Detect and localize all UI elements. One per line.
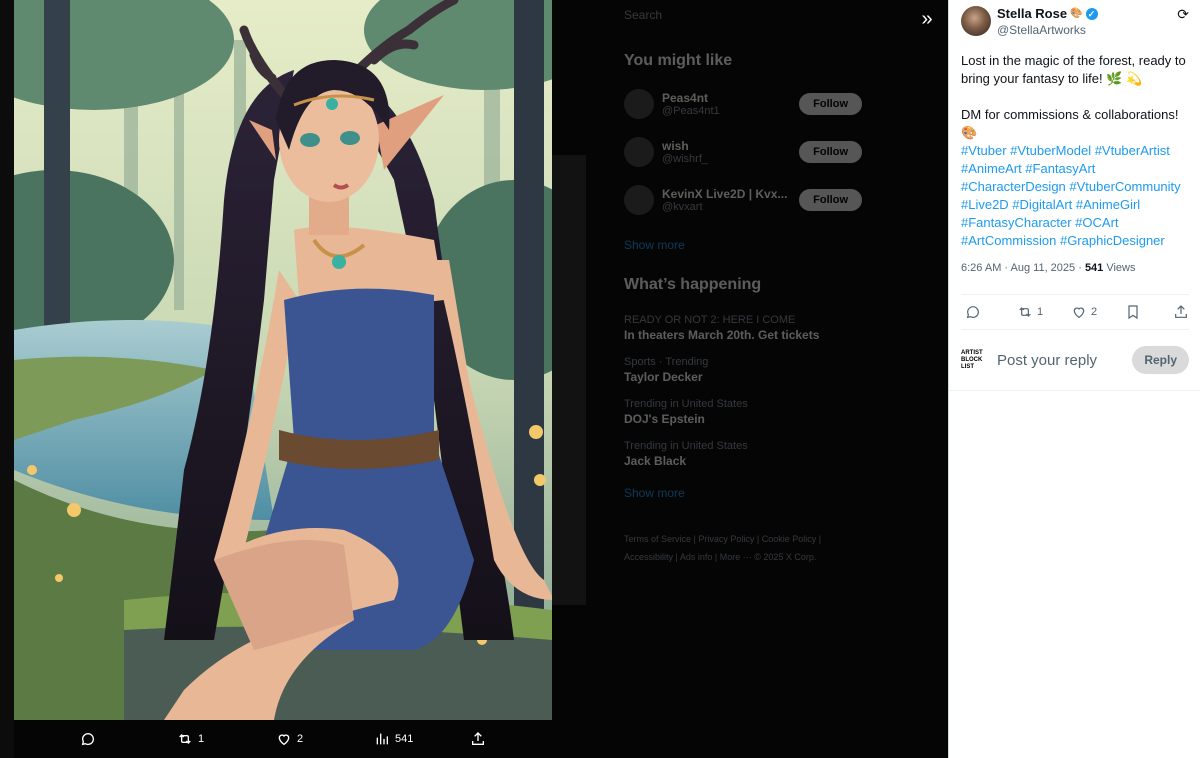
footer-links[interactable]: Terms of Service | Privacy Policy | Cook… bbox=[624, 530, 866, 566]
tweet-text-line1: Lost in the magic of the forest, ready t… bbox=[961, 53, 1186, 86]
share-button[interactable] bbox=[1173, 304, 1189, 320]
search-input[interactable]: Search bbox=[610, 8, 880, 28]
suggestion-handle: @Peas4nt1 bbox=[662, 105, 720, 117]
like-count: 2 bbox=[297, 733, 304, 745]
trend-context: Sports · Trending bbox=[624, 356, 709, 368]
reply-input[interactable]: Post your reply bbox=[997, 352, 1132, 369]
media-viewer: Search You might like Peas4nt @Peas4nt1 F… bbox=[0, 0, 948, 758]
like-button[interactable]: 2 bbox=[1071, 304, 1097, 320]
avatar[interactable] bbox=[961, 6, 991, 36]
artist-block-list-logo: ARTIST BLOCK LIST bbox=[961, 349, 983, 370]
retweet-action[interactable]: 1 bbox=[177, 731, 204, 747]
retweet-button[interactable]: 1 bbox=[1017, 304, 1043, 320]
happening-title: What’s happening bbox=[624, 276, 762, 293]
share-action[interactable] bbox=[470, 731, 486, 747]
trend-item[interactable]: Trending in United States DOJ's Epstein bbox=[610, 388, 880, 430]
trend-item[interactable]: READY OR NOT 2: HERE I COME In theaters M… bbox=[610, 304, 880, 346]
comment-icon bbox=[81, 733, 94, 746]
retweet-icon bbox=[1019, 307, 1031, 317]
analytics-icon bbox=[376, 733, 388, 745]
tweet-meta: 6:26 AM · Aug 11, 2025 · 541 Views bbox=[949, 250, 1200, 284]
views-action[interactable]: 541 bbox=[374, 731, 413, 747]
author-name[interactable]: Stella Rose 🎨 ✓ bbox=[997, 6, 1098, 22]
trend-context: READY OR NOT 2: HERE I COME bbox=[624, 314, 796, 326]
suggestion-name: KevinX Live2D | Kvx... bbox=[662, 187, 788, 201]
tweet-header: Stella Rose 🎨 ✓ @StellaArtworks ⟳ bbox=[949, 0, 1200, 48]
views-label: Views bbox=[1103, 262, 1136, 274]
trend-title: DOJ's Epstein bbox=[624, 412, 705, 426]
author-info: Stella Rose 🎨 ✓ @StellaArtworks bbox=[997, 6, 1098, 38]
tweet-text-line2: DM for commissions & collaborations! 🎨 bbox=[961, 107, 1179, 140]
suggestion-handle: @wishrf_ bbox=[662, 153, 709, 165]
trend-context: Trending in United States bbox=[624, 440, 748, 452]
suggestion-name: wish bbox=[662, 139, 689, 153]
trend-title: Taylor Decker bbox=[624, 370, 703, 384]
retweet-count: 1 bbox=[1037, 306, 1044, 318]
suggestion-handle: @kvxart bbox=[662, 201, 703, 213]
background-feed-strip bbox=[552, 155, 586, 605]
trend-title: In theaters March 20th. Get tickets bbox=[624, 328, 820, 342]
palette-emoji: 🎨 bbox=[1070, 8, 1083, 19]
reply-submit-button[interactable]: Reply bbox=[1132, 346, 1189, 374]
bookmark-icon bbox=[1128, 305, 1138, 320]
artwork-image[interactable] bbox=[14, 0, 552, 720]
suggestion-item[interactable]: Peas4nt @Peas4nt1 Follow bbox=[610, 80, 880, 128]
author-name-text: Stella Rose bbox=[997, 6, 1068, 21]
share-icon bbox=[1175, 305, 1187, 318]
tweet-timestamp[interactable]: 6:26 AM · Aug 11, 2025 · bbox=[961, 262, 1085, 274]
reply-button[interactable] bbox=[965, 304, 981, 320]
suggestion-name: Peas4nt bbox=[662, 91, 709, 105]
avatar bbox=[624, 185, 654, 215]
tweet-action-bar: 1 2 bbox=[961, 294, 1189, 330]
share-icon bbox=[472, 732, 484, 745]
might-like-title: You might like bbox=[624, 52, 733, 69]
collapse-panel-icon[interactable]: » bbox=[916, 8, 938, 30]
background-left-nav bbox=[0, 0, 14, 758]
trend-item[interactable]: Sports · Trending Taylor Decker bbox=[610, 346, 880, 388]
retweet-count: 1 bbox=[198, 733, 205, 745]
views-count: 541 bbox=[395, 733, 414, 745]
suggestion-item[interactable]: wish @wishrf_ Follow bbox=[610, 128, 880, 176]
show-more-link[interactable]: Show more bbox=[624, 486, 880, 500]
tweet-text: Lost in the magic of the forest, ready t… bbox=[949, 48, 1200, 250]
avatar bbox=[624, 137, 654, 167]
bookmark-button[interactable] bbox=[1125, 304, 1141, 320]
fantasy-artwork-illustration bbox=[14, 0, 552, 720]
retweet-icon bbox=[179, 734, 191, 744]
comment-icon bbox=[966, 306, 979, 319]
follow-button[interactable]: Follow bbox=[799, 141, 862, 163]
follow-button[interactable]: Follow bbox=[799, 93, 862, 115]
suggestion-item[interactable]: KevinX Live2D | Kvx... @kvxart Follow bbox=[610, 176, 880, 224]
tweet-detail-panel: Stella Rose 🎨 ✓ @StellaArtworks ⟳ Lost i… bbox=[948, 0, 1200, 758]
media-action-bar: 1 2 541 bbox=[14, 722, 552, 758]
grok-icon[interactable]: ⟳ bbox=[1177, 6, 1189, 23]
background-sidebar: Search You might like Peas4nt @Peas4nt1 F… bbox=[610, 0, 880, 566]
avatar bbox=[624, 89, 654, 119]
reply-composer: ARTIST BLOCK LIST Post your reply Reply bbox=[949, 330, 1200, 391]
trend-context: Trending in United States bbox=[624, 398, 748, 410]
views-number: 541 bbox=[1084, 262, 1104, 274]
like-count: 2 bbox=[1091, 306, 1098, 318]
show-more-link[interactable]: Show more bbox=[624, 238, 880, 252]
follow-button[interactable]: Follow bbox=[799, 189, 862, 211]
heart-icon bbox=[1073, 307, 1085, 319]
trend-title: Jack Black bbox=[624, 454, 687, 468]
like-action[interactable]: 2 bbox=[276, 731, 303, 747]
heart-icon bbox=[278, 734, 290, 746]
verified-badge-icon: ✓ bbox=[1085, 8, 1098, 20]
author-handle[interactable]: @StellaArtworks bbox=[997, 22, 1098, 38]
reply-action[interactable] bbox=[80, 731, 96, 747]
tweet-hashtags[interactable]: #Vtuber #VtuberModel #VtuberArtist #Anim… bbox=[961, 142, 1189, 250]
trend-item[interactable]: Trending in United States Jack Black bbox=[610, 430, 880, 472]
